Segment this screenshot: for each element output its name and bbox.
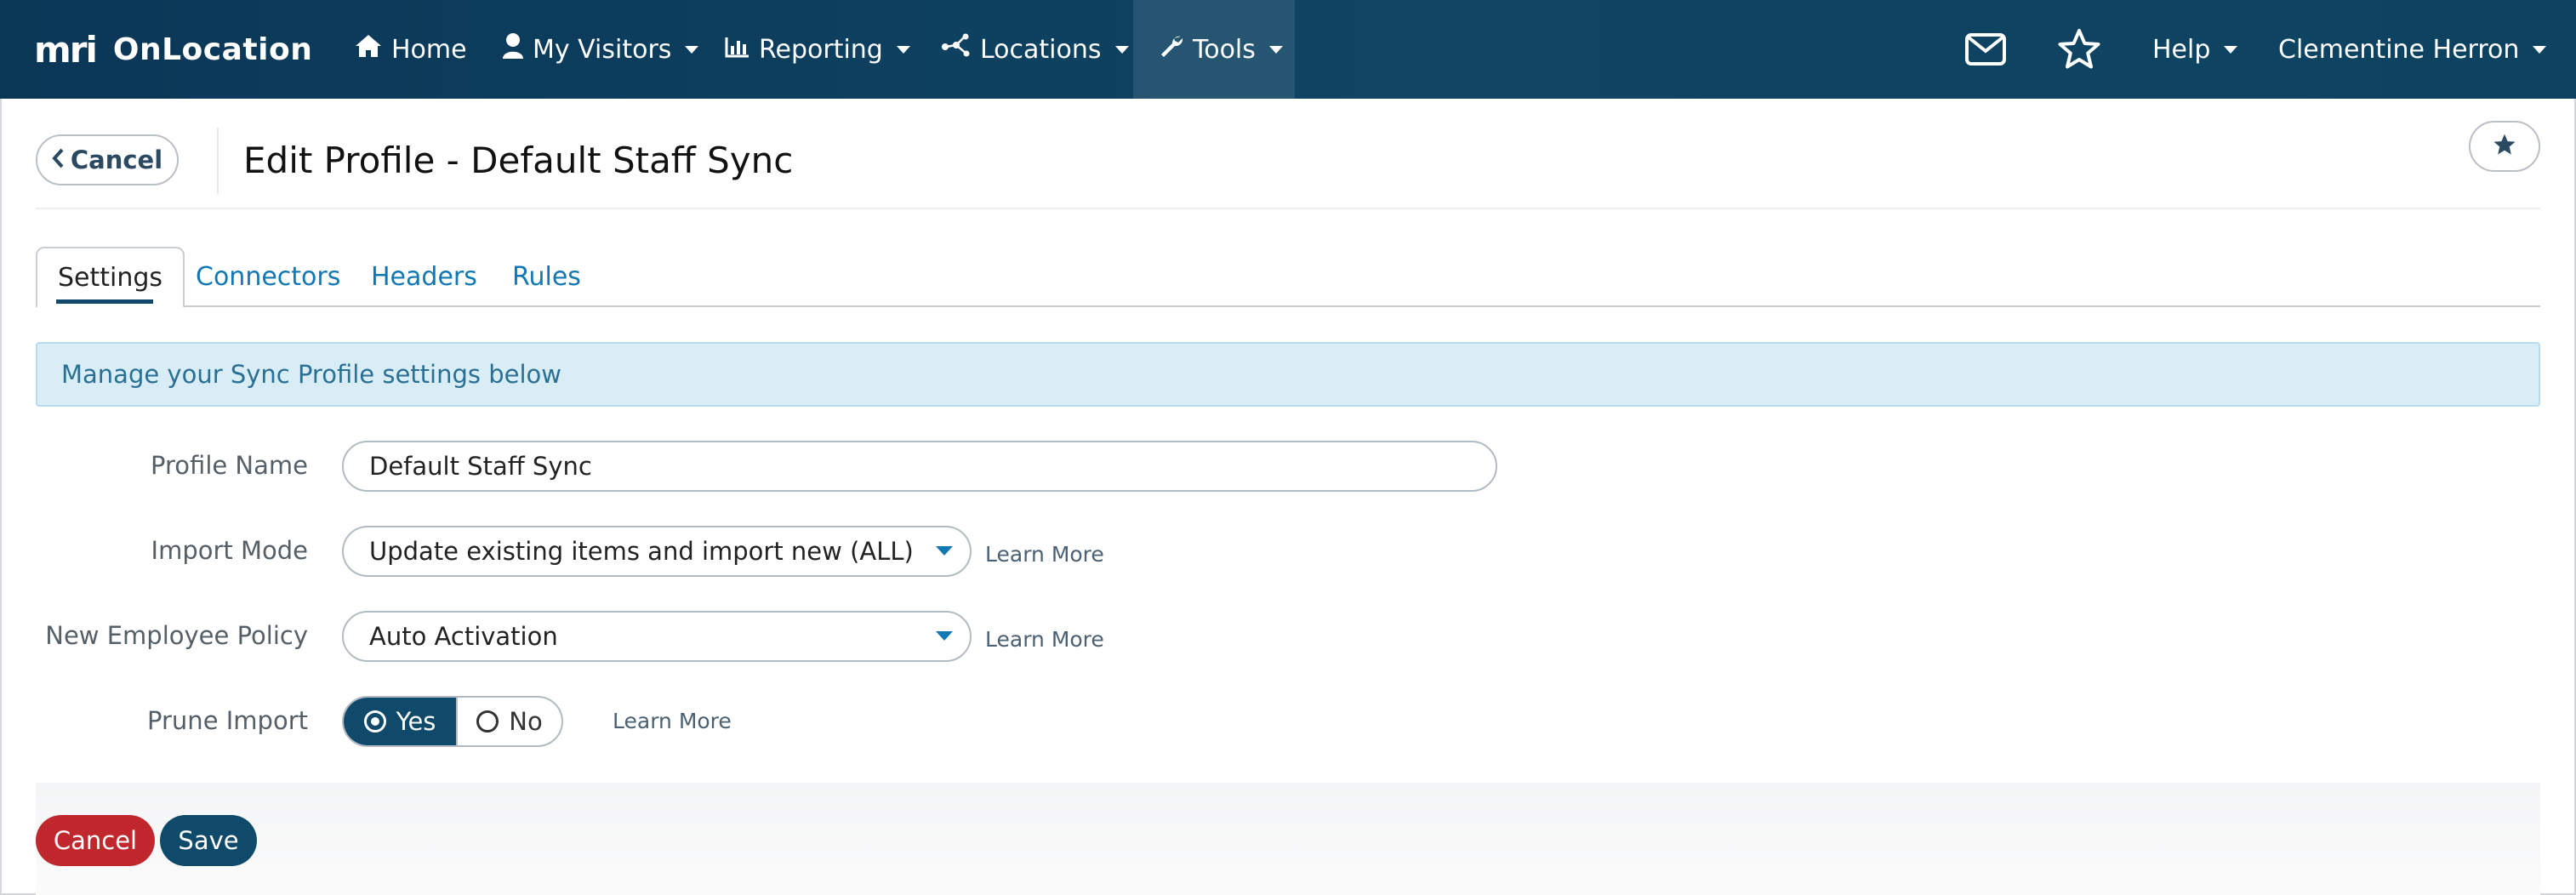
tab-connectors[interactable]: Connectors	[196, 247, 340, 306]
profile-name-value: Default Staff Sync	[369, 452, 592, 481]
nav-my-visitors-label: My Visitors	[533, 34, 672, 65]
profile-name-input[interactable]: Default Staff Sync	[342, 441, 1497, 492]
import-mode-value: Update existing items and import new (AL…	[369, 537, 914, 566]
star-icon[interactable]	[2055, 27, 2103, 71]
prune-import-toggle: Yes No	[342, 696, 563, 747]
prune-import-no-option[interactable]: No	[456, 698, 561, 745]
nav-reporting-label: Reporting	[759, 34, 883, 65]
network-icon	[941, 33, 972, 66]
header-divider	[217, 128, 219, 194]
new-employee-policy-learn-more-link[interactable]: Learn More	[985, 627, 1104, 652]
nav-reporting[interactable]: Reporting	[699, 0, 936, 99]
chevron-down-icon	[936, 546, 953, 556]
chevron-down-icon	[1114, 45, 1129, 54]
chevron-down-icon	[896, 45, 910, 54]
nav-help-label: Help	[2152, 34, 2211, 65]
nav-home-label: Home	[391, 34, 467, 65]
tab-headers[interactable]: Headers	[371, 247, 477, 306]
nav-help[interactable]: Help	[2127, 0, 2263, 99]
radio-unchecked-icon	[476, 710, 499, 733]
form-footer	[36, 783, 2540, 895]
mri-logo: mri	[34, 28, 98, 71]
chevron-down-icon	[2533, 45, 2547, 54]
top-navbar: mri OnLocation Home My Visitors Reportin…	[0, 0, 2576, 99]
save-button[interactable]: Save	[160, 815, 257, 866]
app-name: OnLocation	[112, 31, 313, 67]
nav-tools-label: Tools	[1193, 34, 1256, 65]
import-mode-label: Import Mode	[151, 536, 308, 565]
chevron-left-icon	[52, 145, 64, 174]
nav-locations[interactable]: Locations	[915, 0, 1154, 99]
profile-name-label: Profile Name	[151, 451, 308, 480]
wrench-icon	[1159, 33, 1184, 66]
radio-checked-icon	[363, 710, 386, 733]
user-name: Clementine Herron	[2278, 34, 2520, 65]
home-icon	[354, 33, 383, 66]
star-icon	[2492, 133, 2517, 160]
page-title: Edit Profile - Default Staff Sync	[243, 139, 794, 181]
prune-import-yes-option[interactable]: Yes	[344, 698, 456, 745]
chevron-down-icon	[936, 631, 953, 641]
header-divider-line	[36, 208, 2540, 209]
mail-icon[interactable]	[1962, 27, 2009, 71]
nav-my-visitors[interactable]: My Visitors	[476, 0, 724, 99]
favorite-button[interactable]	[2469, 121, 2540, 172]
chevron-down-icon	[2224, 45, 2238, 54]
chevron-down-icon	[1268, 45, 1283, 54]
bar-chart-icon	[725, 35, 750, 65]
import-mode-select[interactable]: Update existing items and import new (AL…	[342, 526, 972, 577]
user-icon	[502, 32, 524, 66]
new-employee-policy-select[interactable]: Auto Activation	[342, 611, 972, 662]
import-mode-learn-more-link[interactable]: Learn More	[985, 542, 1104, 567]
tab-rules[interactable]: Rules	[512, 247, 581, 306]
nav-home[interactable]: Home	[328, 0, 493, 99]
cancel-button[interactable]: Cancel	[36, 815, 155, 866]
nav-locations-label: Locations	[980, 34, 1102, 65]
prune-import-yes-label: Yes	[396, 707, 436, 736]
info-banner: Manage your Sync Profile settings below	[36, 342, 2540, 407]
info-banner-text: Manage your Sync Profile settings below	[61, 360, 561, 389]
prune-import-learn-more-link[interactable]: Learn More	[613, 709, 732, 733]
header-cancel-label: Cancel	[70, 145, 163, 174]
header-cancel-button[interactable]: Cancel	[36, 134, 179, 185]
chevron-down-icon	[685, 45, 699, 54]
new-employee-policy-value: Auto Activation	[369, 622, 558, 651]
new-employee-policy-label: New Employee Policy	[45, 621, 308, 650]
active-tab-indicator	[56, 299, 153, 304]
prune-import-no-label: No	[509, 707, 543, 736]
user-menu[interactable]: Clementine Herron	[2253, 0, 2572, 99]
prune-import-label: Prune Import	[147, 706, 308, 735]
brand[interactable]: mri OnLocation	[34, 0, 312, 99]
nav-tools[interactable]: Tools	[1133, 0, 1295, 99]
